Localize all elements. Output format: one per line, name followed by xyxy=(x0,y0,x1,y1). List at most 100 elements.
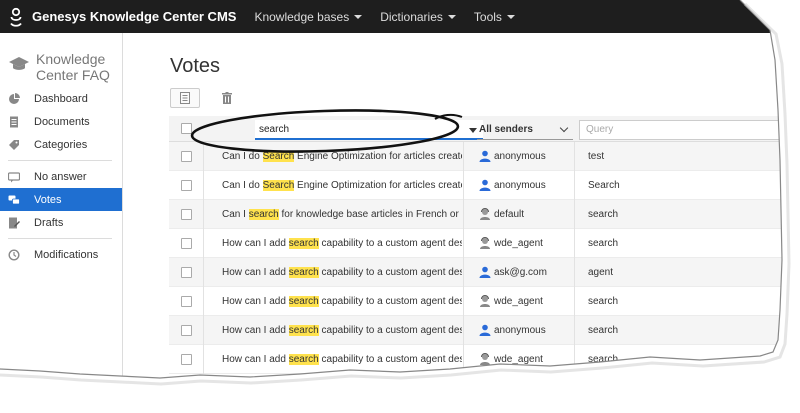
query-filter-input[interactable]: Query xyxy=(579,120,800,140)
dropdown-arrow-icon[interactable] xyxy=(469,128,477,133)
table-row[interactable]: How can I add search capability to a cus… xyxy=(169,287,800,316)
sidebar-item-label: Dashboard xyxy=(34,92,88,105)
column-divider xyxy=(574,171,575,200)
menu-knowledge-bases-label: Knowledge bases xyxy=(254,9,350,24)
kb-title: Knowledge Center FAQ xyxy=(36,51,110,83)
column-divider xyxy=(203,316,204,345)
sidebar-item-label: Drafts xyxy=(34,216,64,229)
question-text-pre: Can I xyxy=(222,209,249,220)
view-button[interactable] xyxy=(170,88,200,108)
table-row[interactable]: Can I do Search Engine Optimization for … xyxy=(169,171,800,200)
table-row[interactable]: How can I add search capability to a cus… xyxy=(169,229,800,258)
table-row[interactable]: Can I search for knowledge base articles… xyxy=(169,200,800,229)
question-cell[interactable]: How can I add search capability to a cus… xyxy=(222,325,462,336)
sidebar-item-categories[interactable]: Categories xyxy=(0,133,122,156)
column-divider xyxy=(203,287,204,316)
row-checkbox[interactable] xyxy=(181,296,192,307)
sender-cell: wde_agent xyxy=(479,353,543,365)
question-filter[interactable] xyxy=(255,120,483,140)
question-cell[interactable]: Can I search for knowledge base articles… xyxy=(222,209,462,220)
column-divider xyxy=(574,345,575,374)
user-icon xyxy=(479,266,491,278)
sidebar-item-documents[interactable]: Documents xyxy=(0,110,122,133)
sidebar-item-modifications[interactable]: Modifications xyxy=(0,243,122,266)
select-all-checkbox[interactable] xyxy=(181,123,192,134)
search-highlight: search xyxy=(288,325,319,336)
caret-down-icon xyxy=(506,14,515,19)
question-text-post: capability to a custom agent desktop? xyxy=(321,267,463,278)
question-text-pre: How can I add xyxy=(222,238,289,249)
tag-icon xyxy=(9,139,19,150)
question-cell[interactable]: How can I add search capability to a cus… xyxy=(222,267,462,278)
table-header: All senders Query xyxy=(169,116,800,142)
votes-table: All senders Query Can I do Search Engine… xyxy=(169,116,800,374)
question-cell[interactable]: Can I do Search Engine Optimization for … xyxy=(222,180,462,191)
sender-cell: anonymous xyxy=(479,324,546,336)
column-divider xyxy=(463,171,464,200)
menu-tools-label: Tools xyxy=(473,9,502,24)
question-cell[interactable]: How can I add search capability to a cus… xyxy=(222,238,462,249)
menu-tools[interactable]: Tools xyxy=(474,10,515,24)
sidebar-item-drafts[interactable]: Drafts xyxy=(0,211,122,234)
table-row[interactable]: How can I add search capability to a cus… xyxy=(169,316,800,345)
document-icon xyxy=(180,92,190,104)
question-text-post: capability to a custom agent desktop? xyxy=(321,354,463,365)
column-divider xyxy=(463,287,464,316)
column-divider xyxy=(574,229,575,258)
row-checkbox[interactable] xyxy=(181,267,192,278)
column-divider xyxy=(574,287,575,316)
sender-name: wde_agent xyxy=(494,237,543,249)
kb-header: Knowledge Center FAQ xyxy=(0,33,122,91)
search-highlight: search xyxy=(248,209,279,220)
column-divider xyxy=(574,200,575,229)
pie-chart-icon xyxy=(9,92,20,104)
graduation-cap-icon xyxy=(9,57,29,70)
question-text-pre: Can I do xyxy=(222,180,263,191)
sender-filter[interactable]: All senders xyxy=(477,120,573,140)
genesys-logo-icon[interactable] xyxy=(8,7,24,27)
sender-name: anonymous xyxy=(494,179,546,191)
question-text-post: capability to a custom agent desktop? xyxy=(321,325,463,336)
menu-dictionaries[interactable]: Dictionaries xyxy=(380,10,456,24)
sender-cell: anonymous xyxy=(479,179,546,191)
app-brand[interactable]: Genesys Knowledge Center CMS xyxy=(32,9,236,24)
column-divider xyxy=(203,258,204,287)
column-divider xyxy=(203,229,204,258)
menu-knowledge-bases[interactable]: Knowledge bases xyxy=(254,9,363,24)
question-text-post: Engine Optimization for articles created… xyxy=(297,151,462,162)
question-cell[interactable]: How can I add search capability to a cus… xyxy=(222,296,462,307)
question-cell[interactable]: How can I add search capability to a cus… xyxy=(222,354,462,365)
caret-down-icon xyxy=(354,14,363,19)
search-input[interactable] xyxy=(255,123,455,135)
agent-icon xyxy=(480,295,490,307)
table-row[interactable]: How can I add search capability to a cus… xyxy=(169,258,800,287)
row-checkbox[interactable] xyxy=(181,325,192,336)
column-divider xyxy=(203,345,204,374)
delete-button[interactable] xyxy=(212,88,242,108)
kb-title-line2: Center FAQ xyxy=(36,67,110,83)
sender-name: ask@g.com xyxy=(494,266,547,278)
table-row[interactable]: How can I add search capability to a cus… xyxy=(169,345,800,374)
column-divider xyxy=(463,345,464,374)
sender-name: wde_agent xyxy=(494,353,543,365)
row-checkbox[interactable] xyxy=(181,238,192,249)
row-checkbox[interactable] xyxy=(181,209,192,220)
row-checkbox[interactable] xyxy=(181,151,192,162)
query-cell: search xyxy=(588,296,619,307)
sidebar-item-no-answer[interactable]: No answer xyxy=(0,165,122,188)
question-text-post: capability to a custom agent desktop? xyxy=(321,238,463,249)
votes-icon xyxy=(8,195,20,204)
question-text-pre: How can I add xyxy=(222,325,289,336)
sidebar-item-dashboard[interactable]: Dashboard xyxy=(0,87,122,110)
sidebar-item-votes[interactable]: Votes xyxy=(0,188,122,211)
question-cell[interactable]: Can I do Search Engine Optimization for … xyxy=(222,151,462,162)
table-row[interactable]: Can I do Search Engine Optimization for … xyxy=(169,142,800,171)
sender-name: wde_agent xyxy=(494,295,543,307)
search-highlight: Search xyxy=(262,151,295,162)
row-checkbox[interactable] xyxy=(181,354,192,365)
column-divider xyxy=(203,200,204,229)
column-divider xyxy=(203,171,204,200)
user-icon xyxy=(479,324,491,336)
row-checkbox[interactable] xyxy=(181,180,192,191)
column-divider xyxy=(463,200,464,229)
